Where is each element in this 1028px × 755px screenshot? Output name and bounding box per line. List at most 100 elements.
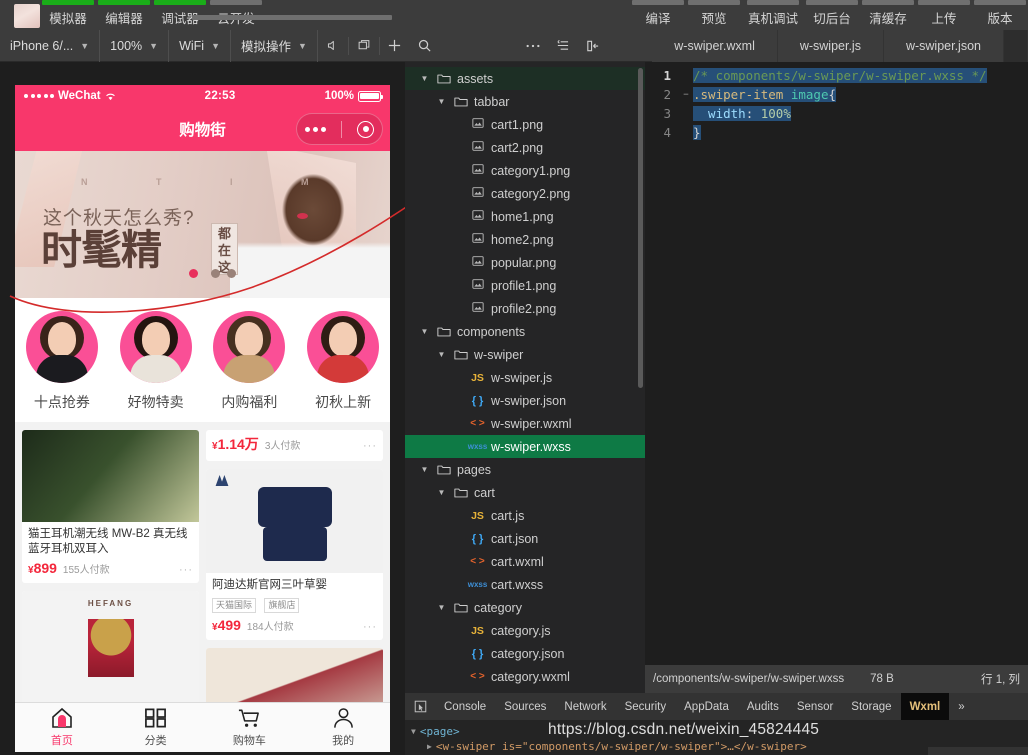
file-tree-item-cart2-png[interactable]: cart2.png — [405, 136, 645, 159]
file-tree-item-popular-png[interactable]: popular.png — [405, 251, 645, 274]
action-version[interactable]: 版本 — [972, 0, 1028, 30]
file-tree-item-w-swiper-wxml[interactable]: < > w-swiper.wxml — [405, 412, 645, 435]
action-clear-cache[interactable]: 清缓存 — [860, 0, 916, 30]
more-icon[interactable] — [518, 30, 548, 62]
file-tree-item-cart-json[interactable]: { } cart.json — [405, 527, 645, 550]
product-card[interactable]: 阿迪达斯官网三叶草婴 天猫国际 旗舰店 ¥499 184人付款 ··· — [206, 469, 383, 640]
action-compile[interactable]: 编译 — [630, 0, 686, 30]
devtools-tab-security[interactable]: Security — [616, 693, 676, 720]
file-tree-item-pages[interactable]: ▼ pages — [405, 458, 645, 481]
styles-subtab[interactable]: Styles — [928, 747, 1028, 755]
zoom-selector[interactable]: 100% ▼ — [100, 29, 170, 62]
file-explorer[interactable]: ▼ assets ▼ tabbar cart1.png cart2.png category… — [405, 62, 645, 693]
devtools-tab-appdata[interactable]: AppData — [675, 693, 738, 720]
panel-toggle-icon[interactable] — [578, 30, 608, 62]
more-icon[interactable]: ··· — [363, 621, 377, 633]
file-tree-item-cart1-png[interactable]: cart1.png — [405, 113, 645, 136]
action-upload[interactable]: 上传 — [916, 0, 972, 30]
file-tree-item-profile2-png[interactable]: profile2.png — [405, 297, 645, 320]
device-selector[interactable]: iPhone 6/... ▼ — [0, 29, 101, 62]
code-line[interactable]: 1 /* components/w-swiper/w-swiper.wxss */ — [645, 66, 1028, 85]
chevron-down-icon[interactable]: ▼ — [419, 74, 430, 83]
file-tree-item-w-swiper[interactable]: ▼ w-swiper — [405, 343, 645, 366]
capsule-button[interactable] — [296, 113, 383, 145]
file-tree-item-category-wxml[interactable]: < > category.wxml — [405, 665, 645, 688]
product-card[interactable]: 猫王耳机潮无线 MW-B2 真无线蓝牙耳机双耳入 ¥899 155人付款 ··· — [22, 430, 199, 583]
editor-tab-overflow[interactable] — [1004, 29, 1028, 62]
code-line[interactable]: 2− .swiper-item image{ — [645, 85, 1028, 104]
file-tree-item-cart-wxml[interactable]: < > cart.wxml — [405, 550, 645, 573]
file-tree-item-w-swiper-wxss[interactable]: wxss w-swiper.wxss — [405, 435, 645, 458]
tabbar-item-category[interactable]: 分类 — [109, 707, 203, 748]
chevron-right-icon[interactable]: ▶ — [427, 742, 432, 751]
mute-icon[interactable] — [318, 30, 348, 62]
file-tree-item-home1-png[interactable]: home1.png — [405, 205, 645, 228]
product-card[interactable]: ¥1.14万 3人付款 ··· — [206, 430, 383, 461]
close-icon[interactable] — [357, 120, 375, 138]
action-preview[interactable]: 预览 — [686, 0, 742, 30]
file-tree-item-cart-js[interactable]: JS cart.js — [405, 504, 645, 527]
window-icon[interactable] — [349, 30, 379, 62]
file-tree-item-cart[interactable]: ▼ cart — [405, 481, 645, 504]
devtools-tab-network[interactable]: Network — [555, 693, 615, 720]
chevron-down-icon[interactable]: ▼ — [436, 97, 447, 106]
editor-tab-js[interactable]: w-swiper.js — [777, 29, 884, 62]
wxml-node-page[interactable]: ▼ <page> — [411, 724, 1028, 739]
wxml-tree[interactable]: ▼ <page> ▶ <w-swiper is="components/w-sw… — [405, 720, 1028, 755]
file-tree-item-w-swiper-js[interactable]: JS w-swiper.js — [405, 366, 645, 389]
code-line[interactable]: 3 width: 100% — [645, 104, 1028, 123]
devtools-tab-wxml[interactable]: Wxml — [900, 693, 950, 720]
action-real-device-debug[interactable]: 真机调试 — [742, 0, 804, 30]
devtools-tab-storage[interactable]: Storage — [842, 693, 900, 720]
topbar-tab-editor[interactable]: 编辑器 — [96, 0, 152, 30]
file-tree-item-category2-png[interactable]: category2.png — [405, 182, 645, 205]
more-icon[interactable]: ··· — [363, 440, 377, 452]
chevron-down-icon[interactable]: ▼ — [436, 350, 447, 359]
file-tree-item-category-json[interactable]: { } category.json — [405, 642, 645, 665]
editor-tab-wxml[interactable]: w-swiper.wxml — [652, 29, 778, 62]
file-tree-item-category[interactable]: ▼ category — [405, 596, 645, 619]
category-item-new[interactable]: 初秋上新 — [296, 311, 390, 412]
code-editor[interactable]: 1 /* components/w-swiper/w-swiper.wxss */… — [645, 62, 1028, 665]
plus-icon[interactable] — [380, 30, 410, 62]
devtools-tab-overflow[interactable]: » — [949, 693, 973, 720]
file-tree-item-category-js[interactable]: JS category.js — [405, 619, 645, 642]
editor-tab-json[interactable]: w-swiper.json — [883, 29, 1004, 62]
devtools-tab-sensor[interactable]: Sensor — [788, 693, 842, 720]
file-tree-item-cart-wxss[interactable]: wxss cart.wxss — [405, 573, 645, 596]
category-item-deals[interactable]: 好物特卖 — [109, 311, 203, 412]
element-picker-icon[interactable] — [405, 693, 435, 720]
file-tree-item-home2-png[interactable]: home2.png — [405, 228, 645, 251]
search-icon[interactable] — [410, 30, 440, 62]
chevron-down-icon[interactable]: ▼ — [436, 603, 447, 612]
topbar-tab-simulator[interactable]: 模拟器 — [40, 0, 96, 30]
file-tree-item-category1-png[interactable]: category1.png — [405, 159, 645, 182]
file-tree-item-tabbar[interactable]: ▼ tabbar — [405, 90, 645, 113]
file-tree-item-profile1-png[interactable]: profile1.png — [405, 274, 645, 297]
chevron-down-icon[interactable]: ▼ — [411, 727, 416, 736]
tabbar-item-home[interactable]: 首页 — [15, 707, 109, 748]
more-icon[interactable]: ··· — [179, 564, 193, 576]
action-background[interactable]: 切后台 — [804, 0, 860, 30]
chevron-down-icon[interactable]: ▼ — [436, 488, 447, 497]
category-item-coupons[interactable]: 十点抢券 — [15, 311, 109, 412]
devtools-tab-console[interactable]: Console — [435, 693, 495, 720]
file-tree-item-components[interactable]: ▼ components — [405, 320, 645, 343]
chevron-down-icon[interactable]: ▼ — [419, 327, 430, 336]
chevron-down-icon[interactable]: ▼ — [419, 465, 430, 474]
tabbar-item-cart[interactable]: 购物车 — [203, 707, 297, 748]
list-icon[interactable] — [548, 30, 578, 62]
fold-toggle-icon[interactable]: − — [679, 90, 693, 100]
promo-banner[interactable]: N T I M 这个秋天怎么秀? 时髦精 都在这 — [15, 151, 390, 298]
code-line[interactable]: 4} — [645, 123, 1028, 142]
tabbar-item-profile[interactable]: 我的 — [296, 707, 390, 748]
avatar[interactable] — [14, 4, 40, 28]
simulate-action-selector[interactable]: 模拟操作 ▼ — [231, 29, 318, 62]
file-tree-item-w-swiper-json[interactable]: { } w-swiper.json — [405, 389, 645, 412]
category-item-benefits[interactable]: 内购福利 — [203, 311, 297, 412]
network-selector[interactable]: WiFi ▼ — [169, 29, 231, 62]
more-icon[interactable] — [304, 126, 326, 132]
devtools-tab-sources[interactable]: Sources — [495, 693, 555, 720]
file-tree-scrollbar[interactable] — [638, 68, 643, 388]
file-tree-item-assets[interactable]: ▼ assets — [405, 67, 645, 90]
